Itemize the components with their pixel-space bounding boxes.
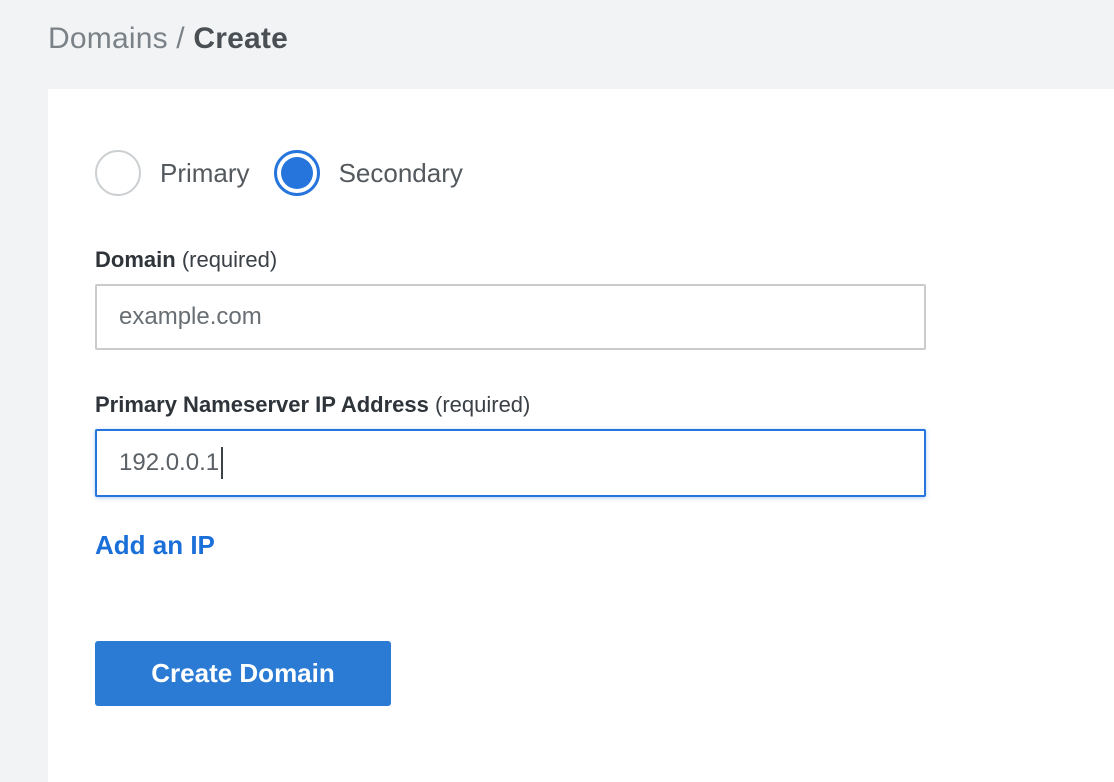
domain-field-label-text: Domain xyxy=(95,247,176,272)
breadcrumb: Domains / Create xyxy=(48,22,288,56)
radio-option-secondary[interactable]: Secondary xyxy=(274,150,463,196)
ip-field-label: Primary Nameserver IP Address (required) xyxy=(95,392,1114,418)
text-cursor xyxy=(221,447,223,479)
breadcrumb-domains-link[interactable]: Domains / xyxy=(48,22,193,55)
radio-secondary-circle-icon[interactable] xyxy=(274,150,320,196)
breadcrumb-current-page: Create xyxy=(193,22,288,55)
ip-field-label-text: Primary Nameserver IP Address xyxy=(95,392,429,417)
add-ip-link[interactable]: Add an IP xyxy=(95,530,215,561)
ip-field-required-hint: (required) xyxy=(435,392,530,417)
radio-primary-label: Primary xyxy=(160,158,250,189)
domain-input[interactable] xyxy=(95,284,926,350)
radio-primary-circle-icon[interactable] xyxy=(95,150,141,196)
radio-option-primary[interactable]: Primary xyxy=(95,150,250,196)
domain-field-required-hint: (required) xyxy=(182,247,277,272)
domain-field: Domain (required) xyxy=(95,247,1114,350)
ip-input-value: 192.0.0.1 xyxy=(119,449,219,477)
create-domain-button[interactable]: Create Domain xyxy=(95,641,391,706)
domain-field-label: Domain (required) xyxy=(95,247,1114,273)
ip-field: Primary Nameserver IP Address (required)… xyxy=(95,392,1114,497)
domain-type-radio-group: Primary Secondary xyxy=(95,148,1114,198)
content-panel: Primary Secondary Domain (required) Prim… xyxy=(48,89,1114,782)
ip-input[interactable]: 192.0.0.1 xyxy=(95,429,926,497)
radio-secondary-label: Secondary xyxy=(339,158,463,189)
